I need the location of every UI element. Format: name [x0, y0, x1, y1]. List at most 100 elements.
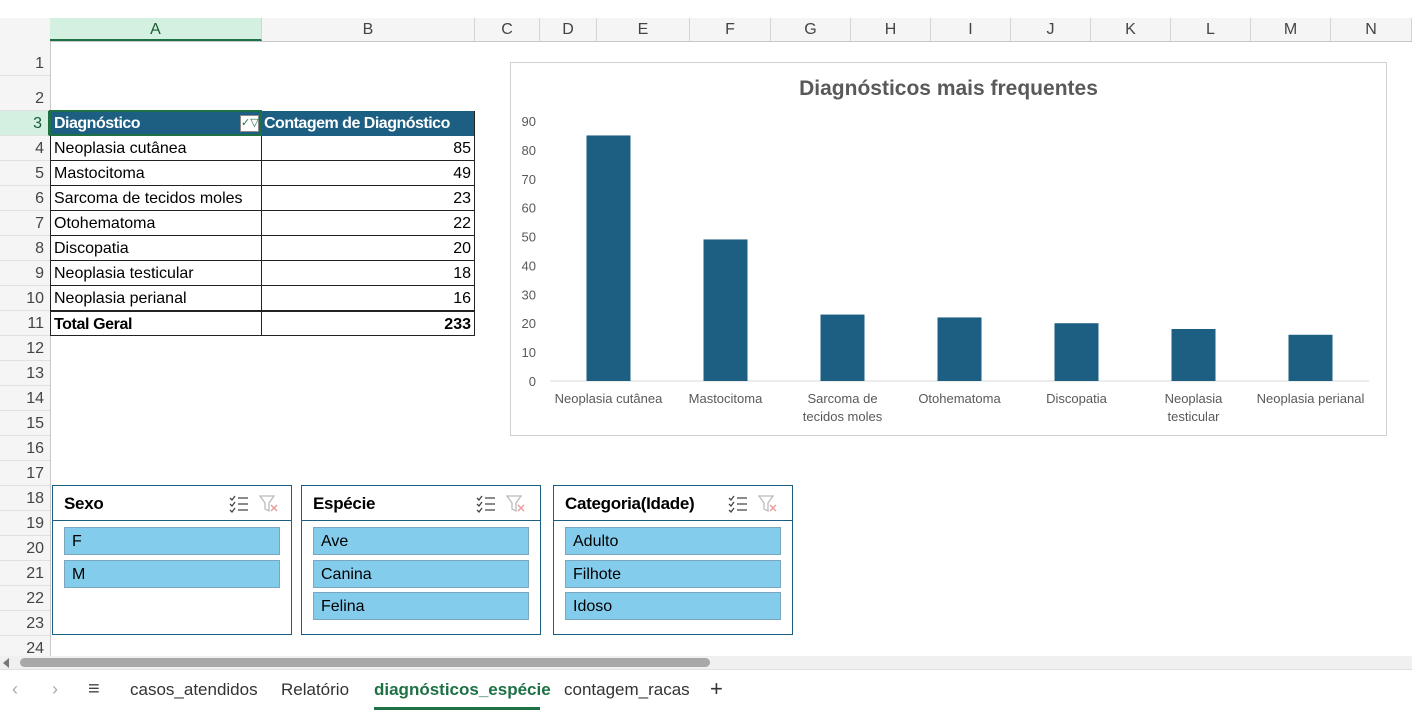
chart-bar[interactable] — [1171, 329, 1216, 381]
tab-contagem-racas[interactable]: contagem_racas — [564, 680, 690, 700]
row-header-8[interactable]: 8 — [0, 236, 50, 261]
column-header-j[interactable]: J — [1011, 18, 1091, 41]
y-tick-label: 90 — [522, 114, 536, 129]
y-tick-label: 10 — [522, 345, 536, 360]
chart-bar[interactable] — [820, 314, 865, 381]
pivot-row-label[interactable]: Mastocitoma — [50, 161, 262, 186]
scrollbar-thumb[interactable] — [20, 658, 710, 667]
pivot-row-value[interactable]: 85 — [262, 136, 475, 161]
y-tick-label: 30 — [522, 287, 536, 302]
slicer-item[interactable]: Filhote — [565, 559, 781, 588]
chart-bar[interactable] — [1054, 323, 1099, 381]
all-sheets-menu-icon[interactable]: ≡ — [88, 678, 100, 701]
row-header-2[interactable]: 2 — [0, 86, 50, 111]
row-header-19[interactable]: 19 — [0, 511, 50, 536]
row-header-7[interactable]: 7 — [0, 211, 50, 236]
row-header-4[interactable]: 4 — [0, 136, 50, 161]
add-sheet-button[interactable]: + — [710, 676, 723, 702]
column-header-c[interactable]: C — [475, 18, 540, 41]
tab-casos-atendidos[interactable]: casos_atendidos — [130, 680, 258, 700]
tab-diagnosticos-especie[interactable]: diagnósticos_espécie — [374, 680, 551, 700]
pivot-row-value[interactable]: 23 — [262, 186, 475, 211]
row-header-22[interactable]: 22 — [0, 586, 50, 611]
bar-chart[interactable]: Diagnósticos mais frequentes 0 10 20 30 40 50… — [510, 62, 1387, 436]
column-header-d[interactable]: D — [540, 18, 597, 41]
pivot-header-contagem[interactable]: Contagem de Diagnóstico — [262, 111, 475, 136]
multi-select-icon[interactable] — [229, 495, 249, 513]
slicer-item[interactable]: Idoso — [565, 592, 781, 620]
column-header-m[interactable]: M — [1251, 18, 1331, 41]
horizontal-scrollbar[interactable] — [0, 656, 1412, 669]
pivot-row-value[interactable]: 49 — [262, 161, 475, 186]
slicer-item[interactable]: Adulto — [565, 527, 781, 555]
slicer-item[interactable]: Ave — [313, 527, 529, 555]
row-header-11[interactable]: 11 — [0, 311, 50, 336]
row-header-3[interactable]: 3 — [0, 111, 50, 136]
row-header-6[interactable]: 6 — [0, 186, 50, 211]
column-header-k[interactable]: K — [1091, 18, 1171, 41]
pivot-row-label[interactable]: Discopatia — [50, 236, 262, 261]
pivot-total-label[interactable]: Total Geral — [50, 311, 262, 336]
column-header-e[interactable]: E — [597, 18, 690, 41]
filter-dropdown-icon[interactable]: ✓▽ — [240, 115, 259, 132]
slicer-item[interactable]: Canina — [313, 559, 529, 588]
pivot-total-value[interactable]: 233 — [262, 311, 475, 336]
row-header-18[interactable]: 18 — [0, 486, 50, 511]
column-header-n[interactable]: N — [1331, 18, 1412, 41]
y-tick-label: 20 — [522, 316, 536, 331]
row-header-13[interactable]: 13 — [0, 361, 50, 386]
row-header-bar: 1 2 3 4 5 6 7 8 9 10 11 12 13 14 15 16 17 18 19 20 21 22 23 24 — [0, 41, 51, 661]
slicer-categoria[interactable]: Categoria(Idade) Adulto Filhote Idoso — [553, 485, 793, 635]
column-header-a[interactable]: A — [50, 18, 262, 41]
slicer-sexo[interactable]: Sexo FM — [52, 485, 292, 635]
row-header-1[interactable]: 1 — [0, 51, 50, 76]
multi-select-icon[interactable] — [728, 495, 748, 513]
column-header-h[interactable]: H — [851, 18, 931, 41]
next-sheet-icon[interactable]: › — [52, 679, 58, 700]
pivot-row-value[interactable]: 16 — [262, 286, 475, 311]
row-header-15[interactable]: 15 — [0, 411, 50, 436]
chart-bar[interactable] — [703, 239, 748, 381]
slicer-categoria-title: Categoria(Idade) — [565, 494, 695, 513]
column-header-l[interactable]: L — [1171, 18, 1251, 41]
pivot-row-label[interactable]: Neoplasia cutânea — [50, 136, 262, 161]
slicer-especie-title: Espécie — [313, 494, 376, 513]
pivot-row-label[interactable]: Otohematoma — [50, 211, 262, 236]
column-header-f[interactable]: F — [690, 18, 771, 41]
slicer-especie[interactable]: Espécie Ave Canina Felina — [301, 485, 541, 635]
row-header-5[interactable]: 5 — [0, 161, 50, 186]
chart-bar[interactable] — [1288, 334, 1333, 381]
tab-relatorio[interactable]: Relatório — [281, 680, 349, 700]
pivot-row-label[interactable]: Neoplasia perianal — [50, 286, 262, 311]
row-header-12[interactable]: 12 — [0, 336, 50, 361]
column-header-i[interactable]: I — [931, 18, 1011, 41]
column-header-g[interactable]: G — [771, 18, 851, 41]
row-header-17[interactable]: 17 — [0, 461, 50, 486]
column-header-b[interactable]: B — [262, 18, 475, 41]
pivot-row-label[interactable]: Sarcoma de tecidos moles — [50, 186, 262, 211]
row-header-20[interactable]: 20 — [0, 536, 50, 561]
slicer-item[interactable]: F — [64, 527, 280, 555]
row-header-21[interactable]: 21 — [0, 561, 50, 586]
clear-filter-icon[interactable] — [506, 495, 526, 513]
pivot-row-value[interactable]: 18 — [262, 261, 475, 286]
pivot-header-diagnostico[interactable]: Diagnóstico — [50, 111, 262, 136]
row-header-14[interactable]: 14 — [0, 386, 50, 411]
prev-sheet-icon[interactable]: ‹ — [12, 679, 18, 700]
pivot-row-value[interactable]: 20 — [262, 236, 475, 261]
slicer-item[interactable]: Felina — [313, 592, 529, 620]
pivot-row-value[interactable]: 22 — [262, 211, 475, 236]
row-header-23[interactable]: 23 — [0, 611, 50, 636]
clear-filter-icon[interactable] — [259, 495, 279, 513]
row-header-10[interactable]: 10 — [0, 286, 50, 311]
pivot-row-label[interactable]: Neoplasia testicular — [50, 261, 262, 286]
slicer-sexo-title: Sexo — [64, 494, 104, 513]
chart-bar[interactable] — [937, 317, 982, 381]
chart-bar[interactable] — [586, 135, 631, 381]
row-header-16[interactable]: 16 — [0, 436, 50, 461]
slicer-item[interactable]: M — [64, 559, 280, 588]
scroll-left-icon[interactable] — [3, 658, 9, 668]
multi-select-icon[interactable] — [476, 495, 496, 513]
clear-filter-icon[interactable] — [758, 495, 778, 513]
row-header-9[interactable]: 9 — [0, 261, 50, 286]
